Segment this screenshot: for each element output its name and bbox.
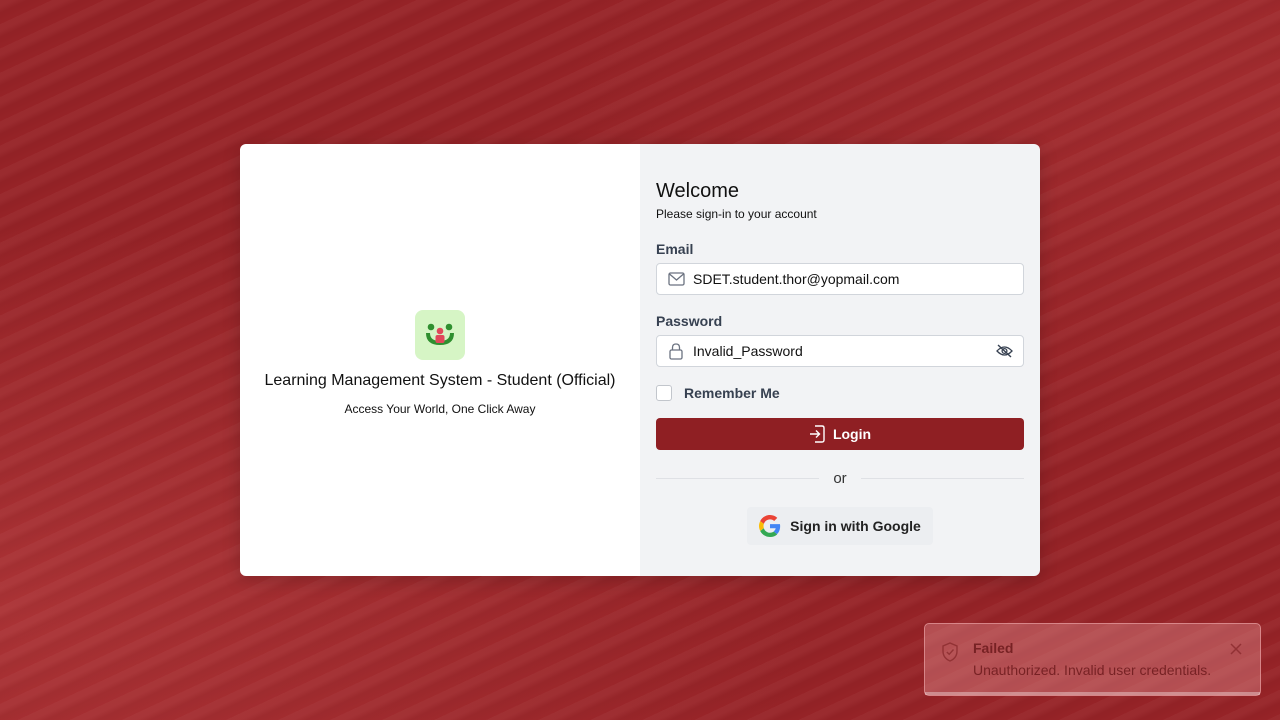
login-card: Learning Management System - Student (Of… bbox=[240, 144, 1040, 576]
toast-progress-bar bbox=[925, 692, 1260, 695]
remember-me-checkbox[interactable] bbox=[656, 385, 672, 401]
or-divider: or bbox=[656, 470, 1024, 487]
password-value: Invalid_Password bbox=[693, 343, 803, 359]
divider-line-right bbox=[860, 478, 1024, 479]
login-form: Welcome Please sign-in to your account E… bbox=[640, 144, 1040, 576]
email-label: Email bbox=[656, 241, 694, 257]
login-button-label: Login bbox=[832, 426, 872, 442]
app-tagline: Access Your World, One Click Away bbox=[344, 402, 536, 416]
close-icon[interactable] bbox=[1230, 642, 1242, 660]
divider-line-left bbox=[656, 478, 820, 479]
app-logo bbox=[415, 310, 465, 360]
people-icon bbox=[426, 323, 454, 345]
google-signin-button[interactable]: Sign in with Google bbox=[747, 507, 933, 545]
lock-icon bbox=[667, 342, 685, 360]
toast-title: Failed bbox=[973, 640, 1014, 656]
login-button[interactable]: Login bbox=[656, 418, 1024, 450]
sign-in-icon bbox=[809, 425, 825, 443]
google-icon bbox=[759, 515, 781, 537]
shield-icon bbox=[941, 642, 959, 667]
toast-message: Unauthorized. Invalid user credentials. bbox=[973, 662, 1212, 678]
password-label: Password bbox=[656, 313, 723, 329]
error-toast: Failed Unauthorized. Invalid user creden… bbox=[924, 623, 1261, 696]
email-field[interactable]: SDET.student.thor@yopmail.com bbox=[656, 263, 1024, 295]
eye-slash-icon[interactable] bbox=[995, 342, 1013, 360]
welcome-heading: Welcome bbox=[656, 180, 739, 202]
divider-text: or bbox=[833, 470, 847, 487]
google-signin-label: Sign in with Google bbox=[790, 518, 921, 534]
app-title: Learning Management System - Student (Of… bbox=[264, 372, 616, 389]
remember-me-label[interactable]: Remember Me bbox=[684, 385, 780, 401]
brand-panel: Learning Management System - Student (Of… bbox=[240, 144, 640, 576]
welcome-subtitle: Please sign-in to your account bbox=[656, 207, 817, 221]
remember-me-row: Remember Me bbox=[656, 385, 1024, 401]
google-signin-wrapper: Sign in with Google bbox=[656, 507, 1024, 545]
email-value: SDET.student.thor@yopmail.com bbox=[693, 271, 900, 287]
password-field[interactable]: Invalid_Password bbox=[656, 335, 1024, 367]
envelope-icon bbox=[667, 270, 685, 288]
